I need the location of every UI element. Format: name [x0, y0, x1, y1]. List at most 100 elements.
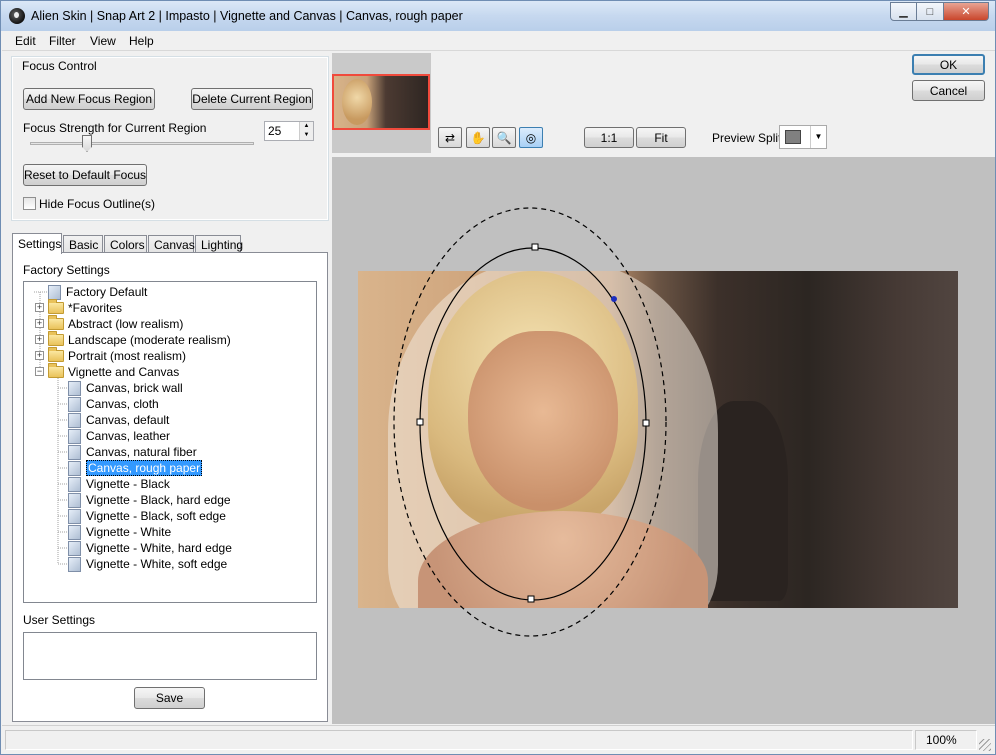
minimize-icon: ▁ — [899, 6, 908, 18]
window-controls: ▁ □ ✕ — [890, 2, 989, 21]
ok-button[interactable]: OK — [912, 54, 985, 75]
spin-up-icon[interactable]: ▲ — [300, 122, 313, 131]
spin-down-icon[interactable]: ▼ — [300, 131, 313, 140]
minimize-button[interactable]: ▁ — [890, 2, 917, 21]
focus-handle-left[interactable] — [416, 418, 424, 426]
status-zoom-cell: 100% — [915, 730, 977, 750]
close-icon: ✕ — [961, 6, 971, 18]
tab-basic[interactable]: Basic — [63, 235, 103, 253]
expand-plus-icon[interactable]: + — [35, 351, 44, 360]
tree-item-canvas-natural-fiber[interactable]: Canvas, natural fiber — [68, 444, 197, 460]
tree-item-landscape[interactable]: Landscape (moderate realism) — [48, 331, 231, 348]
thumbnail-subject — [342, 79, 372, 125]
focus-rotate-handle[interactable] — [611, 296, 617, 302]
status-bar: 100% — [2, 725, 995, 754]
tree-item-factory-default[interactable]: Factory Default — [48, 284, 147, 300]
tree-item-canvas-rough-paper[interactable]: Canvas, rough paper — [68, 460, 203, 476]
menu-help[interactable]: Help — [129, 34, 154, 48]
preset-doc-icon — [68, 428, 81, 444]
preset-doc-icon — [48, 284, 61, 300]
expand-plus-icon[interactable]: + — [35, 319, 44, 328]
tree-item-label: Vignette - Black — [86, 477, 170, 491]
tree-item-vignette-black-hard[interactable]: Vignette - Black, hard edge — [68, 492, 231, 508]
focus-strength-slider-track[interactable] — [30, 142, 254, 145]
folder-icon — [48, 299, 64, 314]
tree-item-canvas-cloth[interactable]: Canvas, cloth — [68, 396, 159, 412]
hide-focus-outline-checkbox[interactable] — [23, 197, 36, 210]
close-button[interactable]: ✕ — [944, 2, 989, 21]
tree-item-vignette-white[interactable]: Vignette - White — [68, 524, 171, 540]
tree-item-canvas-leather[interactable]: Canvas, leather — [68, 428, 170, 444]
preset-doc-icon — [68, 540, 81, 556]
tab-colors[interactable]: Colors — [104, 235, 147, 253]
tree-item-label: Vignette - Black, hard edge — [86, 493, 231, 507]
focus-handle-bottom[interactable] — [527, 595, 535, 603]
focus-strength-value: 25 — [268, 124, 282, 138]
preview-split-dropdown[interactable]: ▼ — [779, 125, 827, 149]
hide-focus-outline-label: Hide Focus Outline(s) — [39, 197, 156, 211]
reset-focus-button[interactable]: Reset to Default Focus — [23, 164, 147, 186]
compare-before-after-icon[interactable]: ⇄ — [438, 127, 462, 148]
focus-handle-top[interactable] — [531, 243, 539, 251]
chevron-down-icon[interactable]: ▼ — [810, 126, 826, 148]
maximize-button[interactable]: □ — [917, 2, 944, 21]
expand-plus-icon[interactable]: + — [35, 335, 44, 344]
tab-settings[interactable]: Settings — [12, 233, 62, 254]
menu-bar: Edit Filter View Help — [2, 31, 995, 51]
menu-view[interactable]: View — [90, 34, 116, 48]
title-bar: Alien Skin | Snap Art 2 | Impasto | Vign… — [1, 1, 995, 31]
tree-item-label: Canvas, brick wall — [86, 381, 183, 395]
tab-canvas[interactable]: Canvas — [148, 235, 195, 253]
folder-icon — [48, 347, 64, 362]
save-button[interactable]: Save — [134, 687, 205, 709]
tree-item-abstract[interactable]: Abstract (low realism) — [48, 315, 183, 332]
hand-glyph: ✋ — [470, 130, 486, 145]
tree-item-vignette-white-hard[interactable]: Vignette - White, hard edge — [68, 540, 232, 556]
tree-item-vignette-black-soft[interactable]: Vignette - Black, soft edge — [68, 508, 226, 524]
factory-settings-tree[interactable]: Factory Default + *Favorites + Abstract … — [23, 281, 317, 603]
tree-item-vignette-and-canvas[interactable]: Vignette and Canvas — [48, 363, 179, 380]
focus-handle-right[interactable] — [642, 419, 650, 427]
menu-edit[interactable]: Edit — [15, 34, 36, 48]
tree-item-favorites[interactable]: *Favorites — [48, 299, 122, 316]
user-settings-list[interactable] — [23, 632, 317, 680]
tree-item-vignette-white-soft[interactable]: Vignette - White, soft edge — [68, 556, 227, 572]
tree-item-label: Vignette - White, hard edge — [86, 541, 232, 555]
status-message-cell — [5, 730, 913, 750]
preset-doc-icon — [68, 396, 81, 412]
fit-button[interactable]: Fit — [636, 127, 686, 148]
preset-doc-icon — [68, 460, 81, 476]
preview-thumbnail[interactable] — [332, 74, 430, 130]
focus-region-overlay[interactable] — [332, 157, 995, 724]
delete-focus-region-button[interactable]: Delete Current Region — [191, 88, 313, 110]
focus-target-icon[interactable]: ◎ — [519, 127, 543, 148]
tree-item-canvas-brick-wall[interactable]: Canvas, brick wall — [68, 380, 183, 396]
preset-doc-icon — [68, 476, 81, 492]
tree-item-vignette-black[interactable]: Vignette - Black — [68, 476, 170, 492]
menu-filter[interactable]: Filter — [49, 34, 76, 48]
preset-doc-icon — [68, 444, 81, 460]
zoom-1-to-1-button[interactable]: 1:1 — [584, 127, 634, 148]
focus-strength-spinbox[interactable]: 25 ▲ ▼ — [264, 121, 314, 141]
expand-plus-icon[interactable]: + — [35, 303, 44, 312]
resize-grip-icon[interactable] — [979, 739, 991, 751]
zoom-magnifier-icon[interactable]: 🔍 — [492, 127, 516, 148]
factory-settings-label: Factory Settings — [23, 263, 110, 277]
window-title: Alien Skin | Snap Art 2 | Impasto | Vign… — [31, 9, 463, 23]
cancel-button[interactable]: Cancel — [912, 80, 985, 101]
hand-pan-icon[interactable]: ✋ — [466, 127, 490, 148]
tree-item-label: Landscape (moderate realism) — [68, 333, 231, 347]
tree-item-portrait[interactable]: Portrait (most realism) — [48, 347, 187, 364]
collapse-minus-icon[interactable]: − — [35, 367, 44, 376]
folder-icon — [48, 315, 64, 330]
folder-open-icon — [48, 363, 64, 378]
target-glyph: ◎ — [525, 130, 537, 145]
tree-item-label: Portrait (most realism) — [68, 349, 187, 363]
spin-arrows[interactable]: ▲ ▼ — [299, 122, 313, 140]
tree-item-canvas-default[interactable]: Canvas, default — [68, 412, 169, 428]
tree-item-label: Vignette - White — [86, 525, 172, 539]
focus-outer-outline[interactable] — [393, 207, 667, 637]
add-focus-region-button[interactable]: Add New Focus Region — [23, 88, 155, 110]
tab-lighting[interactable]: Lighting — [195, 235, 243, 253]
tree-item-label: Canvas, cloth — [86, 397, 159, 411]
